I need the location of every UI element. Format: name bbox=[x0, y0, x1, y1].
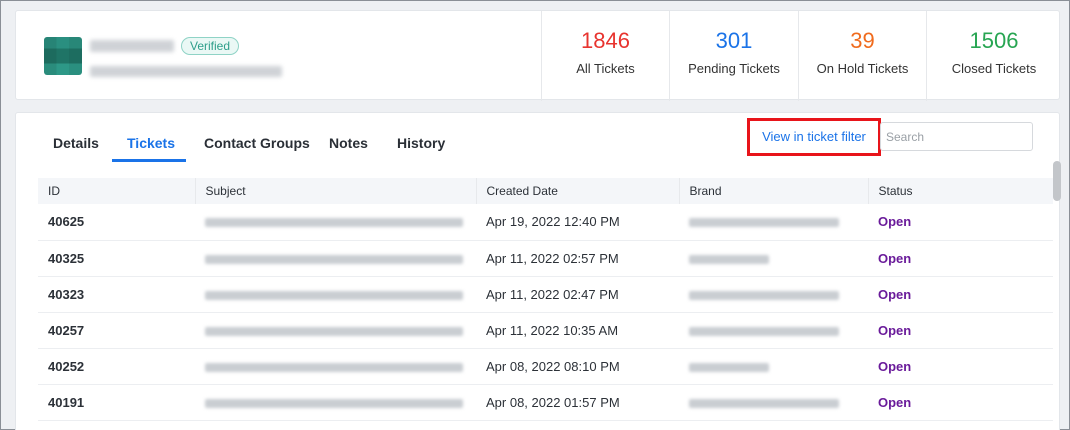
ticket-status: Open bbox=[868, 312, 1053, 349]
ticket-subject-redacted[interactable] bbox=[195, 240, 476, 277]
stat-label: On Hold Tickets bbox=[816, 61, 909, 76]
stat-on-hold-tickets[interactable]: 39 On Hold Tickets bbox=[798, 11, 926, 101]
column-header-brand[interactable]: Brand bbox=[679, 178, 869, 204]
ticket-id[interactable]: 40257 bbox=[38, 312, 195, 349]
tab-notes[interactable]: Notes bbox=[329, 135, 368, 151]
search-input[interactable] bbox=[880, 122, 1033, 151]
ticket-brand-redacted bbox=[679, 276, 868, 313]
ticket-id[interactable]: 40191 bbox=[38, 384, 195, 421]
contact-name-redacted bbox=[90, 40, 174, 52]
ticket-subject-redacted[interactable] bbox=[195, 384, 476, 421]
ticket-created-date: Apr 11, 2022 10:35 AM bbox=[476, 312, 679, 349]
stat-label: Closed Tickets bbox=[951, 61, 1037, 76]
contact-profile-card: Verified 1846 All Tickets 301 Pending Ti… bbox=[15, 10, 1061, 101]
ticket-brand-redacted bbox=[679, 204, 868, 241]
tab-history[interactable]: History bbox=[397, 135, 445, 151]
tickets-table: ID Subject Created Date Brand Status 406… bbox=[38, 178, 1053, 421]
ticket-subject-redacted[interactable] bbox=[195, 312, 476, 349]
ticket-created-date: Apr 11, 2022 02:47 PM bbox=[476, 276, 679, 313]
table-header-row: ID Subject Created Date Brand Status bbox=[38, 178, 1053, 204]
ticket-status: Open bbox=[868, 276, 1053, 313]
view-in-ticket-filter-link[interactable]: View in ticket filter bbox=[747, 118, 881, 156]
column-header-created-date[interactable]: Created Date bbox=[476, 178, 680, 204]
table-row[interactable]: 40325 Apr 11, 2022 02:57 PM Open bbox=[38, 240, 1053, 277]
ticket-brand-redacted bbox=[679, 384, 868, 421]
ticket-created-date: Apr 08, 2022 08:10 PM bbox=[476, 348, 679, 385]
stat-value: 39 bbox=[850, 28, 875, 53]
ticket-created-date: Apr 19, 2022 12:40 PM bbox=[476, 204, 679, 241]
ticket-subject-redacted[interactable] bbox=[195, 276, 476, 313]
column-header-status[interactable]: Status bbox=[868, 178, 1053, 204]
avatar bbox=[44, 37, 82, 75]
ticket-status: Open bbox=[868, 204, 1053, 241]
ticket-id[interactable]: 40625 bbox=[38, 204, 195, 241]
stat-label: Pending Tickets bbox=[688, 61, 780, 76]
tickets-panel: Details Tickets Contact Groups Notes His… bbox=[15, 112, 1061, 430]
ticket-status: Open bbox=[868, 348, 1053, 385]
stat-all-tickets[interactable]: 1846 All Tickets bbox=[541, 11, 669, 101]
stat-label: All Tickets bbox=[576, 61, 635, 76]
ticket-id[interactable]: 40325 bbox=[38, 240, 195, 277]
stat-pending-tickets[interactable]: 301 Pending Tickets bbox=[669, 11, 798, 101]
ticket-status: Open bbox=[868, 240, 1053, 277]
table-row[interactable]: 40625 Apr 19, 2022 12:40 PM Open bbox=[38, 204, 1053, 241]
ticket-brand-redacted bbox=[679, 348, 868, 385]
ticket-created-date: Apr 08, 2022 01:57 PM bbox=[476, 384, 679, 421]
stat-value: 1846 bbox=[581, 28, 630, 53]
column-header-id[interactable]: ID bbox=[38, 178, 196, 204]
table-row[interactable]: 40252 Apr 08, 2022 08:10 PM Open bbox=[38, 348, 1053, 385]
table-row[interactable]: 40257 Apr 11, 2022 10:35 AM Open bbox=[38, 312, 1053, 349]
stat-closed-tickets[interactable]: 1506 Closed Tickets bbox=[926, 11, 1061, 101]
tab-contact-groups[interactable]: Contact Groups bbox=[204, 135, 310, 151]
table-row[interactable]: 40191 Apr 08, 2022 01:57 PM Open bbox=[38, 384, 1053, 421]
ticket-subject-redacted[interactable] bbox=[195, 204, 476, 241]
ticket-subject-redacted[interactable] bbox=[195, 348, 476, 385]
verified-badge: Verified bbox=[181, 37, 240, 55]
tab-tickets[interactable]: Tickets bbox=[127, 135, 175, 151]
tab-details[interactable]: Details bbox=[53, 135, 99, 151]
vertical-scrollbar[interactable] bbox=[1053, 161, 1061, 201]
stat-value: 1506 bbox=[969, 28, 1019, 53]
active-tab-indicator bbox=[112, 159, 186, 162]
ticket-created-date: Apr 11, 2022 02:57 PM bbox=[476, 240, 679, 277]
column-header-subject[interactable]: Subject bbox=[195, 178, 477, 204]
ticket-brand-redacted bbox=[679, 240, 868, 277]
contact-email-redacted bbox=[90, 66, 282, 77]
ticket-brand-redacted bbox=[679, 312, 868, 349]
table-row[interactable]: 40323 Apr 11, 2022 02:47 PM Open bbox=[38, 276, 1053, 313]
stat-value: 301 bbox=[715, 28, 753, 53]
ticket-id[interactable]: 40323 bbox=[38, 276, 195, 313]
ticket-status: Open bbox=[868, 384, 1053, 421]
ticket-id[interactable]: 40252 bbox=[38, 348, 195, 385]
